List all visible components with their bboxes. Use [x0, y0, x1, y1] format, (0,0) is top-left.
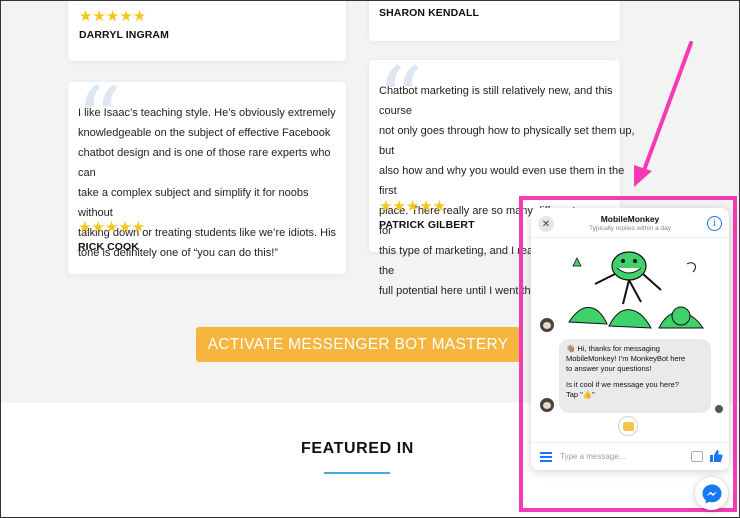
screenshot-frame: ★★★★★ DARRYL INGRAM SHARON KENDALL “ I l…: [0, 0, 740, 518]
seen-indicator-icon: [715, 405, 723, 413]
like-icon[interactable]: [709, 449, 723, 463]
chat-title: MobileMonkey: [600, 214, 660, 224]
close-icon[interactable]: ✕: [538, 216, 554, 232]
monkey-illustration: [559, 244, 711, 334]
image-icon[interactable]: [691, 451, 703, 462]
message-input[interactable]: Type a message...: [560, 452, 625, 461]
messenger-icon: [702, 484, 721, 503]
chat-header: ✕ MobileMonkey Typically replies within …: [531, 208, 729, 238]
chat-input-bar: Type a message...: [531, 442, 729, 470]
bot-avatar: [540, 318, 554, 332]
info-icon[interactable]: i: [707, 216, 722, 231]
chat-subtitle: Typically replies within a day: [588, 225, 671, 232]
messenger-chat-widget: ✕ MobileMonkey Typically replies within …: [531, 208, 729, 470]
thumbs-up-quick-reply-button[interactable]: [618, 416, 638, 436]
bot-message-bubble: 👋🏽 Hi, thanks for messaging MobileMonkey…: [559, 339, 711, 413]
messenger-launcher-button[interactable]: [695, 477, 728, 510]
bot-avatar: [540, 398, 554, 412]
menu-icon[interactable]: [540, 452, 552, 462]
